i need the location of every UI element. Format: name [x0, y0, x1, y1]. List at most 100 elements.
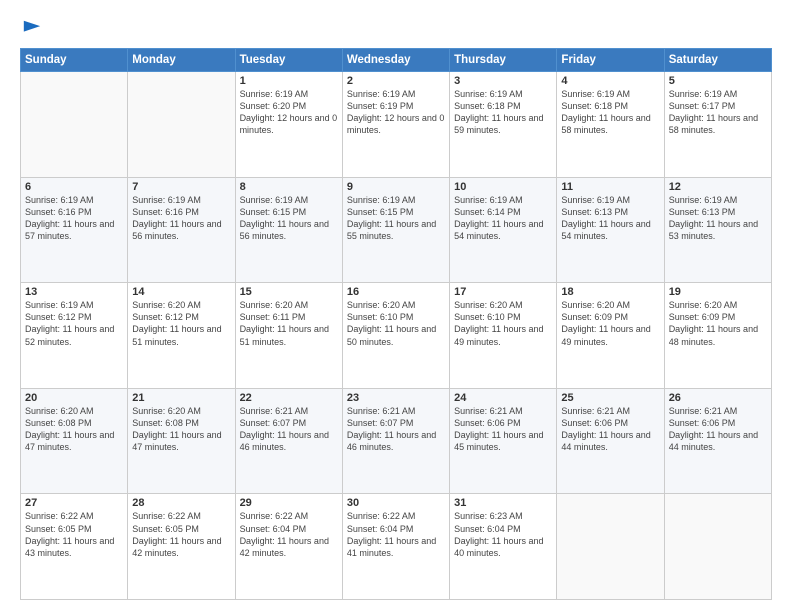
day-number: 22 [240, 392, 338, 404]
day-number: 21 [132, 392, 230, 404]
cell-info: Sunrise: 6:20 AM Sunset: 6:09 PM Dayligh… [561, 299, 659, 348]
day-number: 20 [25, 392, 123, 404]
day-number: 12 [669, 181, 767, 193]
cell-info: Sunrise: 6:21 AM Sunset: 6:06 PM Dayligh… [454, 405, 552, 454]
day-number: 25 [561, 392, 659, 404]
cell-info: Sunrise: 6:22 AM Sunset: 6:05 PM Dayligh… [25, 510, 123, 559]
calendar-cell: 1Sunrise: 6:19 AM Sunset: 6:20 PM Daylig… [235, 72, 342, 178]
calendar-cell: 25Sunrise: 6:21 AM Sunset: 6:06 PM Dayli… [557, 388, 664, 494]
day-header-monday: Monday [128, 49, 235, 72]
logo-flag-icon [22, 18, 42, 38]
cell-info: Sunrise: 6:20 AM Sunset: 6:08 PM Dayligh… [25, 405, 123, 454]
calendar-cell: 13Sunrise: 6:19 AM Sunset: 6:12 PM Dayli… [21, 283, 128, 389]
day-number: 24 [454, 392, 552, 404]
week-row-5: 27Sunrise: 6:22 AM Sunset: 6:05 PM Dayli… [21, 494, 772, 600]
day-number: 7 [132, 181, 230, 193]
day-header-tuesday: Tuesday [235, 49, 342, 72]
cell-info: Sunrise: 6:19 AM Sunset: 6:20 PM Dayligh… [240, 88, 338, 137]
cell-info: Sunrise: 6:19 AM Sunset: 6:17 PM Dayligh… [669, 88, 767, 137]
calendar-cell: 11Sunrise: 6:19 AM Sunset: 6:13 PM Dayli… [557, 177, 664, 283]
day-number: 23 [347, 392, 445, 404]
day-number: 6 [25, 181, 123, 193]
logo [20, 18, 42, 38]
cell-info: Sunrise: 6:20 AM Sunset: 6:11 PM Dayligh… [240, 299, 338, 348]
day-number: 19 [669, 286, 767, 298]
calendar-cell: 21Sunrise: 6:20 AM Sunset: 6:08 PM Dayli… [128, 388, 235, 494]
day-header-wednesday: Wednesday [342, 49, 449, 72]
cell-info: Sunrise: 6:19 AM Sunset: 6:18 PM Dayligh… [561, 88, 659, 137]
cell-info: Sunrise: 6:21 AM Sunset: 6:06 PM Dayligh… [561, 405, 659, 454]
day-header-saturday: Saturday [664, 49, 771, 72]
day-number: 1 [240, 75, 338, 87]
day-number: 10 [454, 181, 552, 193]
cell-info: Sunrise: 6:19 AM Sunset: 6:13 PM Dayligh… [561, 194, 659, 243]
cell-info: Sunrise: 6:20 AM Sunset: 6:10 PM Dayligh… [454, 299, 552, 348]
calendar-cell: 2Sunrise: 6:19 AM Sunset: 6:19 PM Daylig… [342, 72, 449, 178]
cell-info: Sunrise: 6:19 AM Sunset: 6:16 PM Dayligh… [132, 194, 230, 243]
calendar-cell: 19Sunrise: 6:20 AM Sunset: 6:09 PM Dayli… [664, 283, 771, 389]
cell-info: Sunrise: 6:21 AM Sunset: 6:07 PM Dayligh… [240, 405, 338, 454]
calendar-cell: 17Sunrise: 6:20 AM Sunset: 6:10 PM Dayli… [450, 283, 557, 389]
cell-info: Sunrise: 6:20 AM Sunset: 6:12 PM Dayligh… [132, 299, 230, 348]
cell-info: Sunrise: 6:19 AM Sunset: 6:12 PM Dayligh… [25, 299, 123, 348]
cell-info: Sunrise: 6:19 AM Sunset: 6:18 PM Dayligh… [454, 88, 552, 137]
cell-info: Sunrise: 6:19 AM Sunset: 6:19 PM Dayligh… [347, 88, 445, 137]
day-number: 2 [347, 75, 445, 87]
cell-info: Sunrise: 6:19 AM Sunset: 6:13 PM Dayligh… [669, 194, 767, 243]
calendar-cell: 31Sunrise: 6:23 AM Sunset: 6:04 PM Dayli… [450, 494, 557, 600]
calendar-cell: 15Sunrise: 6:20 AM Sunset: 6:11 PM Dayli… [235, 283, 342, 389]
day-number: 5 [669, 75, 767, 87]
calendar-cell: 18Sunrise: 6:20 AM Sunset: 6:09 PM Dayli… [557, 283, 664, 389]
cell-info: Sunrise: 6:21 AM Sunset: 6:07 PM Dayligh… [347, 405, 445, 454]
week-row-4: 20Sunrise: 6:20 AM Sunset: 6:08 PM Dayli… [21, 388, 772, 494]
day-number: 30 [347, 497, 445, 509]
cell-info: Sunrise: 6:20 AM Sunset: 6:09 PM Dayligh… [669, 299, 767, 348]
calendar-cell [128, 72, 235, 178]
header [20, 18, 772, 38]
calendar-cell: 14Sunrise: 6:20 AM Sunset: 6:12 PM Dayli… [128, 283, 235, 389]
cell-info: Sunrise: 6:19 AM Sunset: 6:15 PM Dayligh… [240, 194, 338, 243]
cell-info: Sunrise: 6:19 AM Sunset: 6:14 PM Dayligh… [454, 194, 552, 243]
header-row: SundayMondayTuesdayWednesdayThursdayFrid… [21, 49, 772, 72]
cell-info: Sunrise: 6:20 AM Sunset: 6:10 PM Dayligh… [347, 299, 445, 348]
cell-info: Sunrise: 6:19 AM Sunset: 6:16 PM Dayligh… [25, 194, 123, 243]
cell-info: Sunrise: 6:23 AM Sunset: 6:04 PM Dayligh… [454, 510, 552, 559]
day-number: 8 [240, 181, 338, 193]
cell-info: Sunrise: 6:19 AM Sunset: 6:15 PM Dayligh… [347, 194, 445, 243]
day-number: 28 [132, 497, 230, 509]
day-number: 26 [669, 392, 767, 404]
calendar-cell: 4Sunrise: 6:19 AM Sunset: 6:18 PM Daylig… [557, 72, 664, 178]
calendar-cell: 22Sunrise: 6:21 AM Sunset: 6:07 PM Dayli… [235, 388, 342, 494]
calendar-cell: 5Sunrise: 6:19 AM Sunset: 6:17 PM Daylig… [664, 72, 771, 178]
day-number: 18 [561, 286, 659, 298]
calendar-cell: 7Sunrise: 6:19 AM Sunset: 6:16 PM Daylig… [128, 177, 235, 283]
day-number: 11 [561, 181, 659, 193]
calendar-cell [664, 494, 771, 600]
calendar-cell: 24Sunrise: 6:21 AM Sunset: 6:06 PM Dayli… [450, 388, 557, 494]
day-header-friday: Friday [557, 49, 664, 72]
calendar-cell: 9Sunrise: 6:19 AM Sunset: 6:15 PM Daylig… [342, 177, 449, 283]
day-number: 29 [240, 497, 338, 509]
calendar-cell: 26Sunrise: 6:21 AM Sunset: 6:06 PM Dayli… [664, 388, 771, 494]
calendar-cell [21, 72, 128, 178]
week-row-3: 13Sunrise: 6:19 AM Sunset: 6:12 PM Dayli… [21, 283, 772, 389]
day-number: 16 [347, 286, 445, 298]
calendar-cell: 28Sunrise: 6:22 AM Sunset: 6:05 PM Dayli… [128, 494, 235, 600]
day-number: 15 [240, 286, 338, 298]
cell-info: Sunrise: 6:22 AM Sunset: 6:05 PM Dayligh… [132, 510, 230, 559]
calendar-cell: 6Sunrise: 6:19 AM Sunset: 6:16 PM Daylig… [21, 177, 128, 283]
day-number: 3 [454, 75, 552, 87]
calendar: SundayMondayTuesdayWednesdayThursdayFrid… [20, 48, 772, 600]
day-number: 4 [561, 75, 659, 87]
cell-info: Sunrise: 6:21 AM Sunset: 6:06 PM Dayligh… [669, 405, 767, 454]
day-number: 14 [132, 286, 230, 298]
cell-info: Sunrise: 6:22 AM Sunset: 6:04 PM Dayligh… [347, 510, 445, 559]
cell-info: Sunrise: 6:22 AM Sunset: 6:04 PM Dayligh… [240, 510, 338, 559]
day-number: 31 [454, 497, 552, 509]
page: SundayMondayTuesdayWednesdayThursdayFrid… [0, 0, 792, 612]
day-number: 13 [25, 286, 123, 298]
calendar-cell: 16Sunrise: 6:20 AM Sunset: 6:10 PM Dayli… [342, 283, 449, 389]
day-number: 9 [347, 181, 445, 193]
day-number: 27 [25, 497, 123, 509]
calendar-cell: 12Sunrise: 6:19 AM Sunset: 6:13 PM Dayli… [664, 177, 771, 283]
